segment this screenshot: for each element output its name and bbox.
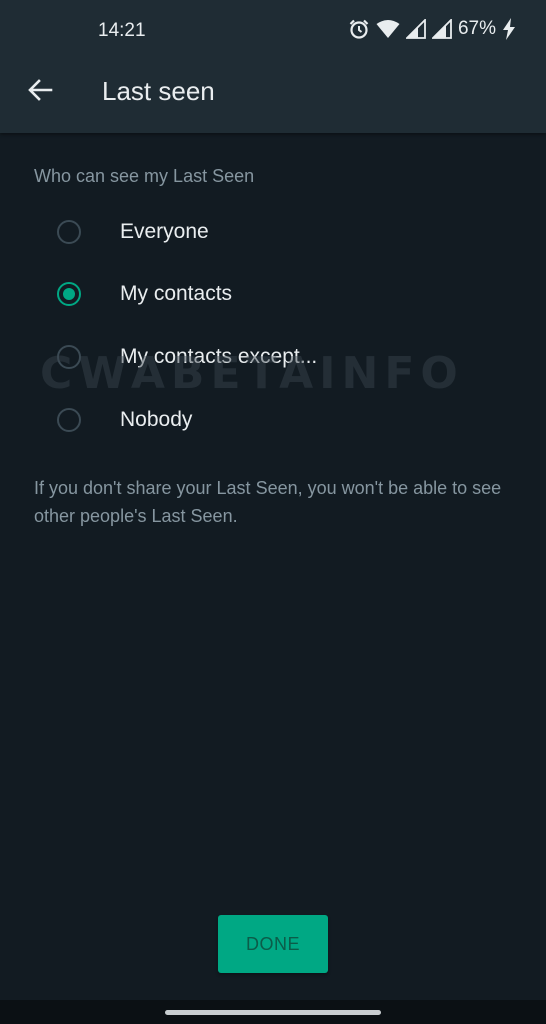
radio-button[interactable]	[57, 345, 81, 369]
charging-icon	[502, 18, 516, 40]
radio-button[interactable]	[57, 408, 81, 432]
radio-button[interactable]	[57, 220, 81, 244]
option-my-contacts[interactable]: My contacts	[52, 270, 512, 318]
back-button[interactable]	[20, 72, 60, 112]
option-everyone[interactable]: Everyone	[52, 208, 512, 256]
alarm-icon	[348, 18, 370, 40]
option-nobody[interactable]: Nobody	[52, 396, 512, 444]
navigation-bar	[0, 1000, 546, 1024]
status-icons: 67%	[348, 18, 516, 40]
option-my-contacts-except[interactable]: My contacts except...	[52, 333, 512, 381]
home-indicator[interactable]	[165, 1010, 381, 1015]
status-time: 14:21	[98, 20, 146, 41]
done-button[interactable]: DONE	[218, 915, 328, 973]
option-label: My contacts except...	[120, 345, 318, 368]
option-label: My contacts	[120, 282, 233, 305]
screen: 14:21 67% Last seen Who can see my Last …	[0, 0, 546, 1024]
page-title: Last seen	[102, 76, 215, 106]
radio-button-selected[interactable]	[57, 282, 81, 306]
app-header: 14:21 67% Last seen	[0, 0, 546, 133]
option-label: Everyone	[120, 220, 209, 243]
arrow-left-icon	[27, 78, 53, 107]
footnote-text: If you don't share your Last Seen, you w…	[34, 478, 502, 526]
signal-icon	[431, 19, 452, 39]
battery-percent: 67%	[457, 18, 496, 39]
section-label: Who can see my Last Seen	[34, 166, 255, 186]
signal-icon	[405, 19, 426, 39]
wifi-icon	[376, 19, 400, 39]
option-label: Nobody	[120, 408, 193, 431]
